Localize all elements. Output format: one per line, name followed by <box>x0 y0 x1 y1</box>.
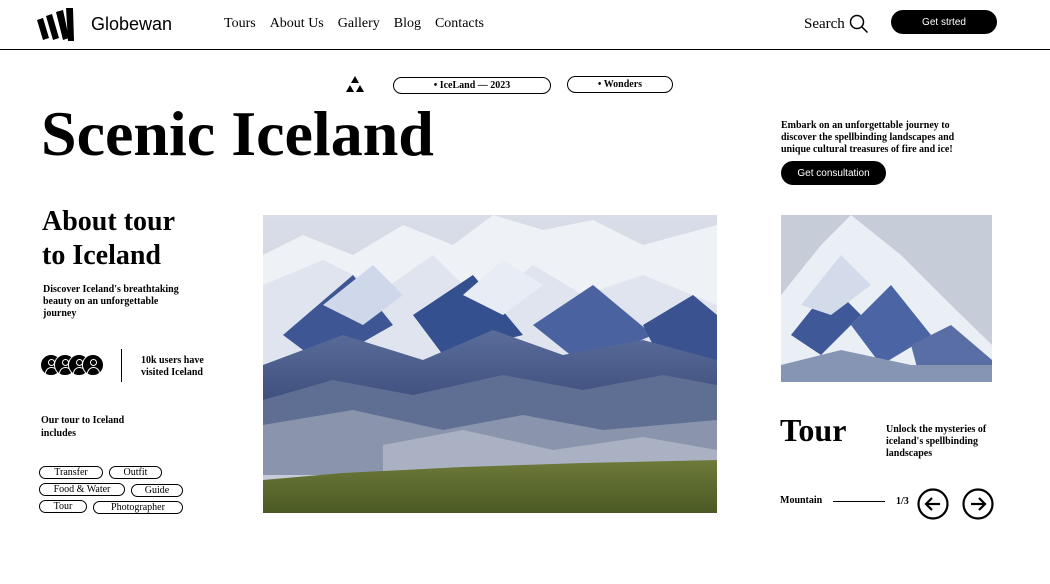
nav-item-blog[interactable]: Blog <box>394 16 421 32</box>
chip-photographer[interactable]: Photographer <box>93 501 183 514</box>
chip-tour[interactable]: Tour <box>39 500 87 513</box>
tour-includes-label: Our tour to Iceland includes <box>41 415 125 439</box>
triangles-icon <box>346 76 364 92</box>
search-label: Search <box>804 15 845 32</box>
get-consultation-button[interactable]: Get consultation <box>781 161 886 185</box>
main-nav: Tours About Us Gallery Blog Contacts <box>224 16 498 32</box>
arrow-left-icon[interactable] <box>917 488 949 520</box>
about-heading-line-1: About tour <box>42 206 176 237</box>
users-visited-text: 10k users have visited Iceland <box>141 355 204 378</box>
arrow-right-icon[interactable] <box>962 488 994 520</box>
nav-item-contacts[interactable]: Contacts <box>435 16 484 32</box>
logo-icon[interactable] <box>37 8 75 42</box>
chip-transfer[interactable]: Transfer <box>39 466 103 479</box>
tour-heading: Tour <box>780 412 847 448</box>
about-tour-heading: About tour to Iceland <box>42 205 175 273</box>
side-mountain-image <box>781 215 992 382</box>
chip-food-water[interactable]: Food & Water <box>39 483 125 496</box>
about-heading-line-2: to Iceland <box>42 240 161 271</box>
slide-counter: 1/3 <box>896 496 909 507</box>
chip-guide[interactable]: Guide <box>131 484 183 497</box>
about-description: Discover Iceland's breathtaking beauty o… <box>43 284 179 319</box>
nav-item-gallery[interactable]: Gallery <box>338 16 380 32</box>
page-title: Scenic Iceland <box>41 98 434 169</box>
slide-label: Mountain <box>780 495 823 506</box>
search-icon <box>849 14 868 34</box>
chip-outfit[interactable]: Outfit <box>109 466 162 479</box>
nav-item-about-us[interactable]: About Us <box>270 16 324 32</box>
tag-iceland-2023[interactable]: • IceLand — 2023 <box>393 77 551 94</box>
tag-wonders[interactable]: • Wonders <box>567 76 673 93</box>
divider <box>121 349 122 382</box>
slide-progress-line <box>833 501 885 502</box>
tour-description: Unlock the mysteries of iceland's spellb… <box>886 424 987 459</box>
search-button[interactable]: Search <box>804 14 869 34</box>
main-mountain-image <box>263 215 717 513</box>
user-avatars <box>40 354 104 376</box>
user-icon <box>82 354 104 376</box>
brand-name[interactable]: Globewan <box>91 14 172 35</box>
get-started-button[interactable]: Get strted <box>891 10 997 34</box>
nav-item-tours[interactable]: Tours <box>224 16 256 32</box>
site-header: Globewan Tours About Us Gallery Blog Con… <box>0 0 1050 50</box>
intro-text: Embark on an unforgettable journey to di… <box>781 120 955 155</box>
